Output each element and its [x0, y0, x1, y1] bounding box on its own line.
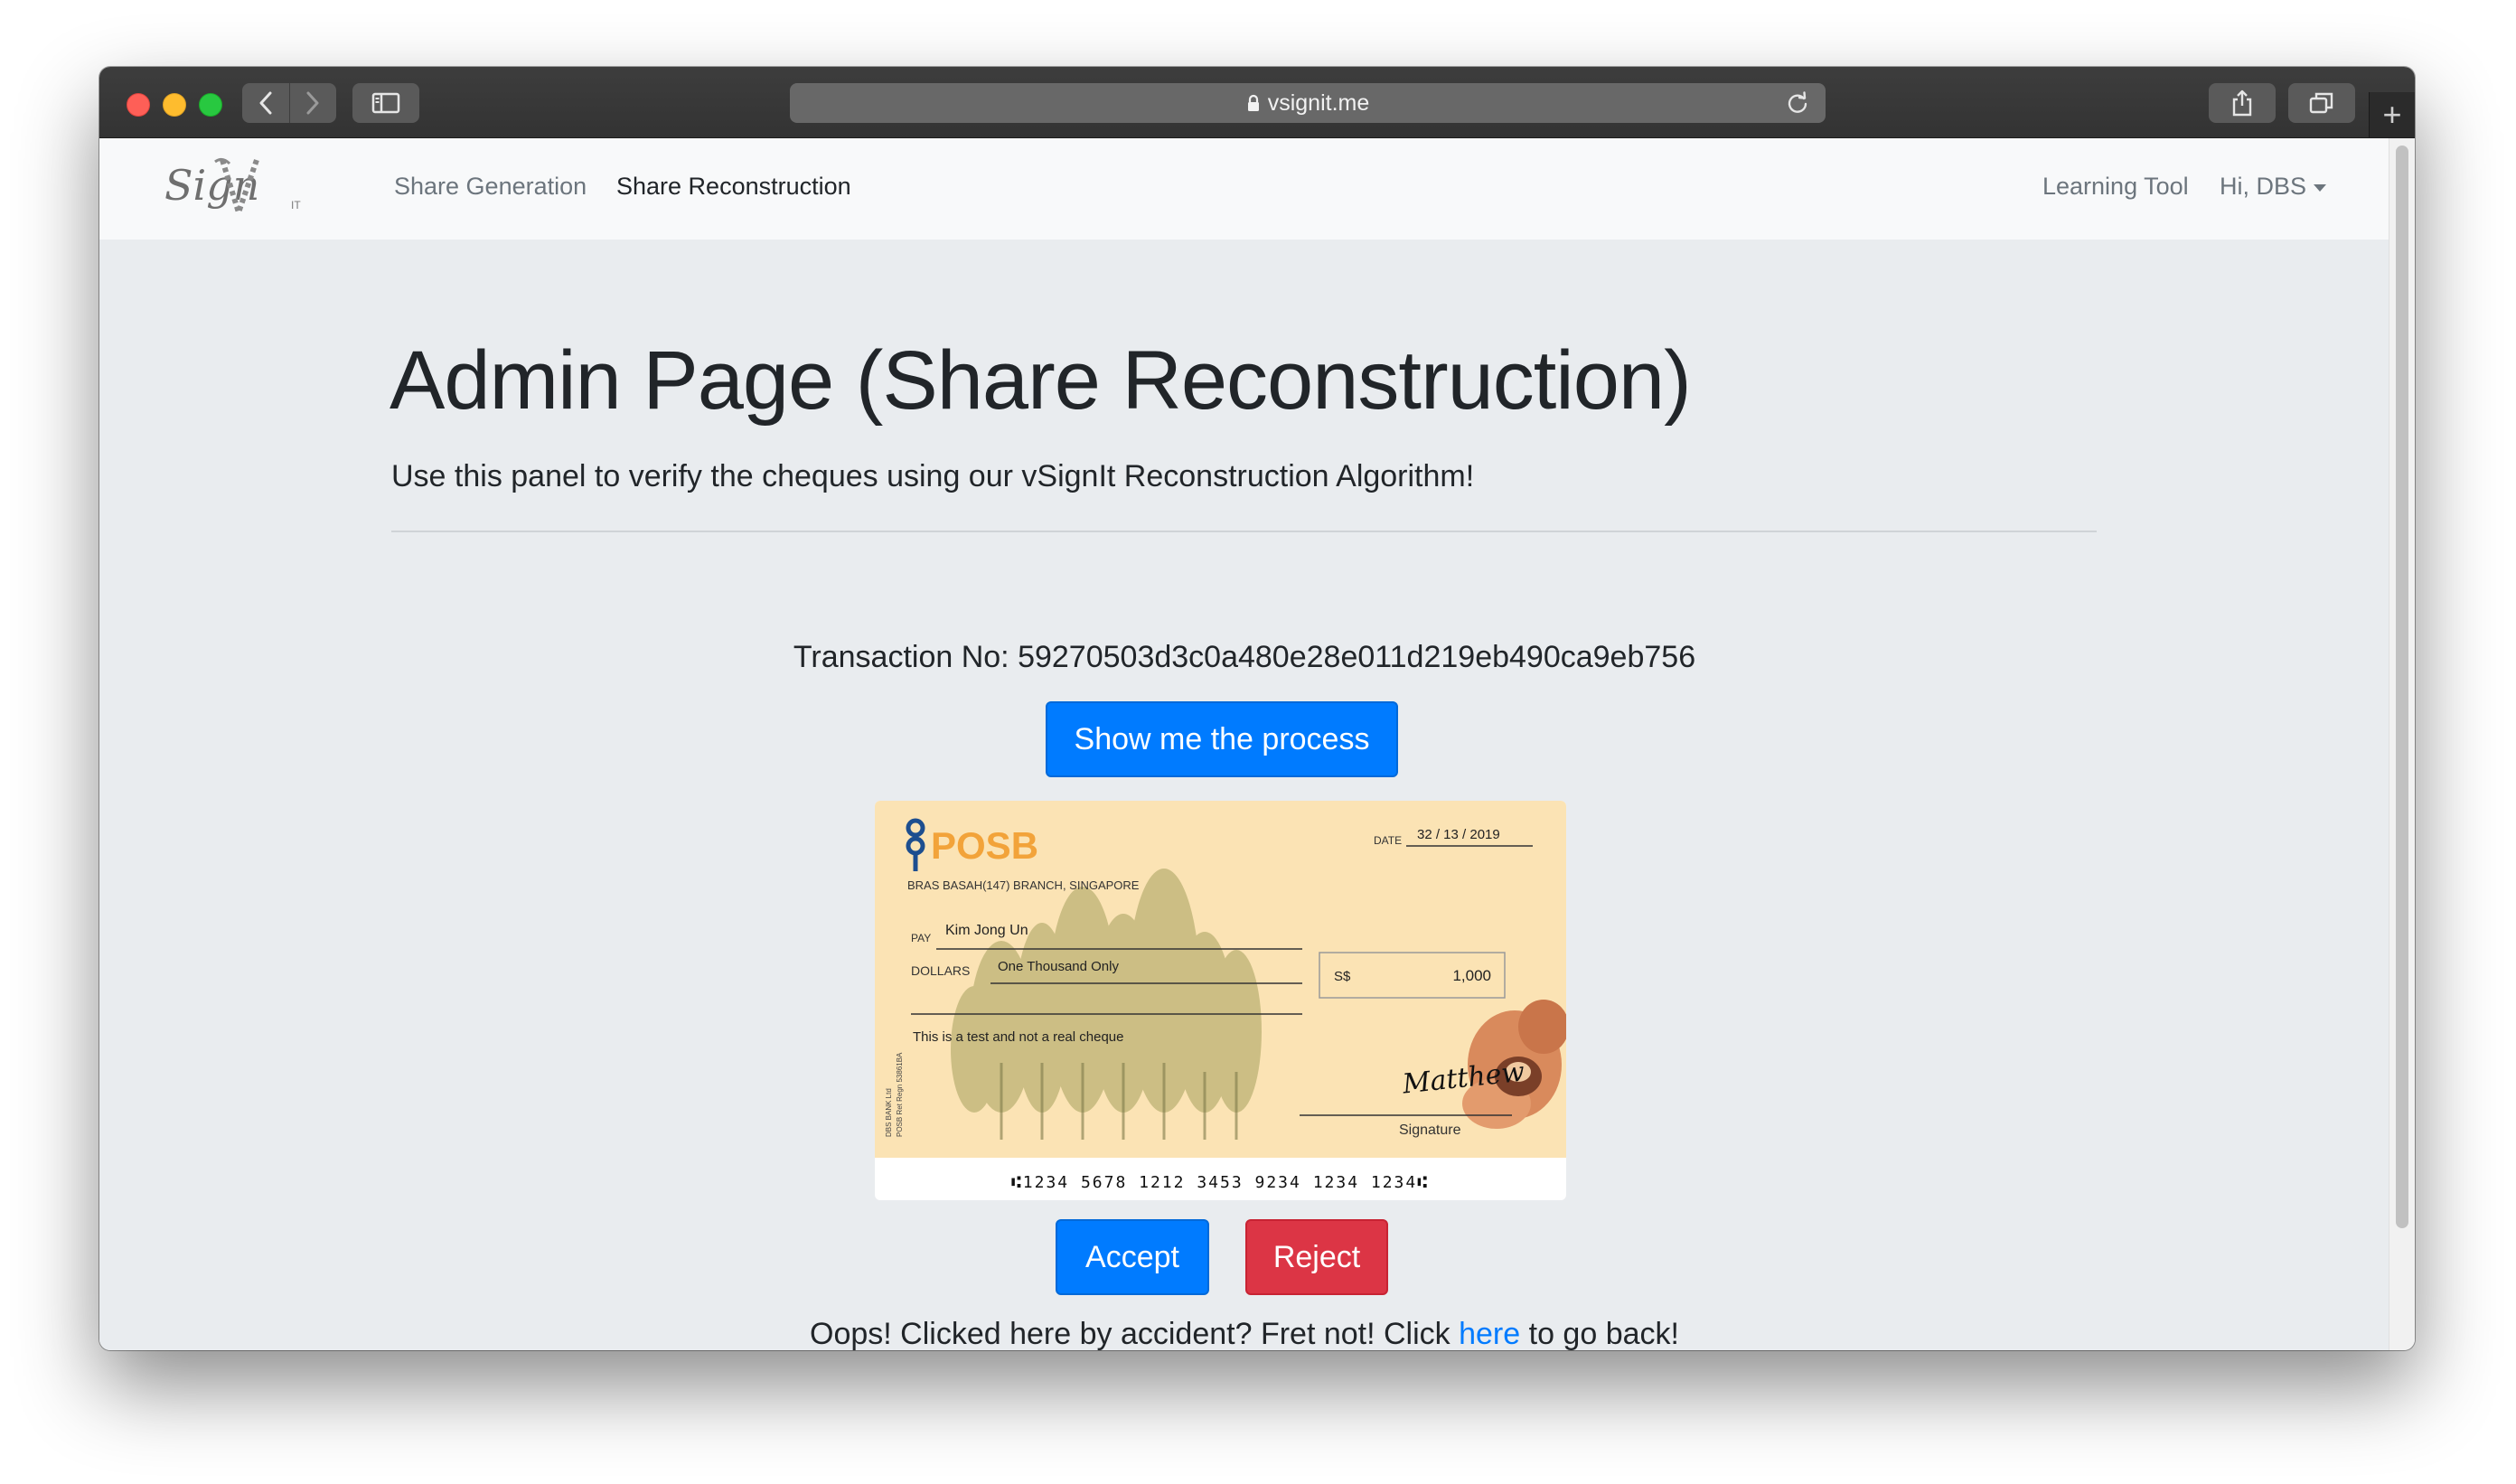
page-lead: Use this panel to verify the cheques usi… — [391, 459, 1475, 493]
minimize-window-button[interactable] — [163, 93, 186, 117]
reload-button[interactable] — [1786, 91, 1809, 121]
caret-down-icon — [2314, 183, 2327, 192]
share-icon — [2232, 89, 2252, 117]
sidebar-toggle-button[interactable] — [352, 83, 419, 123]
amount-value: 1,000 — [1452, 967, 1491, 984]
show-process-button[interactable]: Show me the process — [1046, 701, 1398, 777]
nav-share-reconstruction[interactable]: Share Reconstruction — [616, 173, 851, 201]
chevron-right-icon — [306, 91, 319, 115]
transaction-id: 59270503d3c0a480e28e011d219eb490ca9eb756 — [1018, 640, 1696, 674]
go-back-prefix: Oops! Clicked here by accident? Fret not… — [810, 1317, 1450, 1350]
brand-logo[interactable]: Sign IT — [163, 153, 307, 225]
dollars-label: DOLLARS — [911, 963, 970, 978]
sidebar-icon — [371, 92, 400, 114]
web-page: Sign IT Share Generation Share Reconstru… — [99, 138, 2389, 1350]
pay-label: PAY — [911, 932, 931, 944]
date-value: 32 / 13 / 2019 — [1417, 827, 1500, 842]
cheque-image: POSB BRAS BASAH(147) BRANCH, SINGAPORE D… — [875, 801, 1566, 1200]
tabs-icon — [2309, 92, 2333, 114]
accept-button[interactable]: Accept — [1056, 1219, 1209, 1295]
bank-name: POSB — [931, 824, 1038, 867]
brand-logo-suffix: IT — [291, 199, 301, 211]
new-tab-button[interactable]: + — [2369, 92, 2415, 137]
amount-words: One Thousand Only — [998, 959, 1119, 974]
transaction-label: Transaction No: — [793, 640, 1009, 674]
plus-icon: + — [2382, 96, 2402, 133]
user-dropdown[interactable]: Hi, DBS — [2220, 173, 2327, 201]
reject-button[interactable]: Reject — [1245, 1219, 1388, 1295]
go-back-suffix: to go back! — [1528, 1317, 1679, 1350]
share-button[interactable] — [2209, 83, 2276, 123]
maximize-window-button[interactable] — [199, 93, 222, 117]
currency-label: S$ — [1334, 969, 1351, 984]
history-nav — [242, 83, 336, 123]
transaction-number: Transaction No: 59270503d3c0a480e28e011d… — [99, 640, 2389, 675]
nav-learning-tool[interactable]: Learning Tool — [2042, 173, 2189, 201]
scrollbar-thumb[interactable] — [2396, 146, 2408, 1228]
date-label: DATE — [1374, 834, 1402, 847]
side-text-2: POSB Ret Regn 53861BA — [896, 1052, 904, 1137]
cheque-note: This is a test and not a real cheque — [913, 1029, 1123, 1045]
forward-button[interactable] — [288, 83, 337, 123]
branch-text: BRAS BASAH(147) BRANCH, SINGAPORE — [907, 878, 1140, 892]
lock-icon — [1246, 94, 1261, 112]
micr-line: ⑆1234 5678 1212 3453 9234 1234 1234⑆ — [1011, 1173, 1429, 1192]
nav-share-generation[interactable]: Share Generation — [394, 173, 587, 201]
browser-window: vsignit.me + Sign IT Share Generation Sh… — [99, 67, 2415, 1350]
payee-value: Kim Jong Un — [945, 923, 1028, 938]
reload-icon — [1788, 91, 1807, 113]
user-dropdown-label: Hi, DBS — [2220, 173, 2307, 200]
address-bar[interactable]: vsignit.me — [790, 83, 1826, 123]
signature-label: Signature — [1399, 1122, 1461, 1138]
site-navbar: Sign IT Share Generation Share Reconstru… — [99, 138, 2389, 240]
close-window-button[interactable] — [127, 93, 150, 117]
page-title: Admin Page (Share Reconstruction) — [390, 334, 1692, 427]
chevron-left-icon — [259, 91, 272, 115]
browser-titlebar: vsignit.me + — [99, 67, 2415, 138]
tabs-overview-button[interactable] — [2288, 83, 2355, 123]
side-text-1: DBS BANK Ltd — [885, 1088, 893, 1137]
scrollbar[interactable] — [2389, 138, 2415, 1350]
back-button[interactable] — [242, 83, 289, 123]
go-back-message: Oops! Clicked here by accident? Fret not… — [99, 1317, 2389, 1350]
divider — [391, 531, 2097, 532]
url-text: vsignit.me — [1267, 89, 1370, 116]
go-back-link[interactable]: here — [1459, 1317, 1520, 1350]
